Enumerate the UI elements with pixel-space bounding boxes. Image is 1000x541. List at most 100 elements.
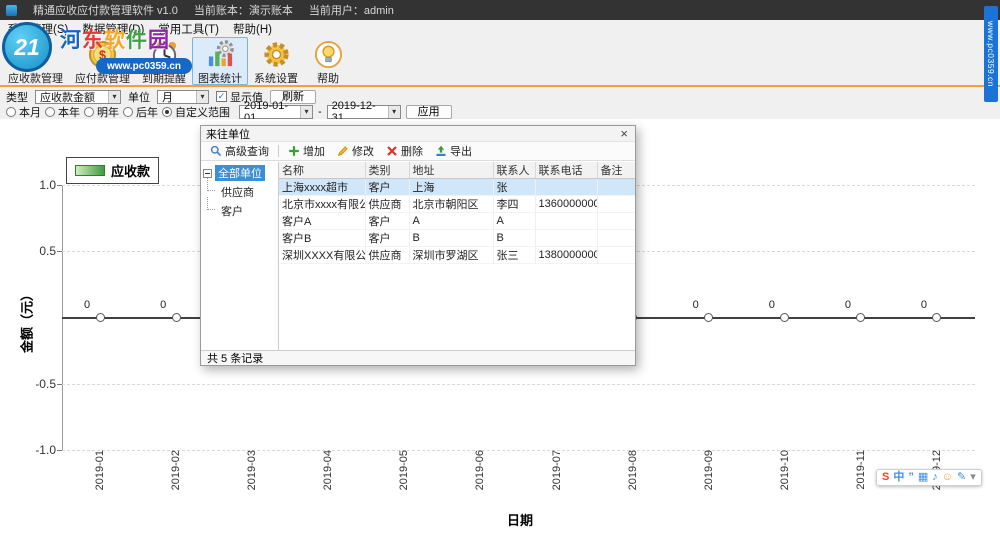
button-label: 高级查询 bbox=[225, 143, 269, 159]
date-to-select[interactable]: 2019-12-31 ▾ bbox=[327, 105, 401, 119]
gridline bbox=[62, 450, 975, 451]
alarm-clock-icon bbox=[149, 39, 180, 70]
toolbar-item-receivables[interactable]: $ 应收款管理 bbox=[2, 37, 69, 85]
unit-select[interactable]: 月 ▾ bbox=[157, 90, 209, 104]
y-tick-mark bbox=[57, 185, 62, 186]
sogou-logo-icon[interactable]: S bbox=[882, 472, 889, 483]
table-row[interactable]: 客户A客户AA bbox=[279, 213, 635, 230]
radio-icon bbox=[84, 107, 94, 117]
range-radio-1[interactable]: 本月 bbox=[6, 104, 41, 120]
toolbar-item-help[interactable]: 帮助 bbox=[304, 37, 352, 85]
toolbar-item-label: 应付款管理 bbox=[75, 70, 130, 86]
range-radio-4[interactable]: 后年 bbox=[123, 104, 158, 120]
button-label: 删除 bbox=[401, 143, 423, 159]
edit-button[interactable]: 修改 bbox=[332, 142, 379, 160]
radio-label: 后年 bbox=[136, 104, 158, 120]
table-cell: 张三 bbox=[493, 247, 535, 264]
table-row[interactable]: 深圳XXXX有限公司供应商深圳市罗湖区张三1380000000 bbox=[279, 247, 635, 264]
add-button[interactable]: 增加 bbox=[283, 142, 330, 160]
y-tick-label: -0.5 bbox=[20, 377, 56, 391]
range-radio-2[interactable]: 本年 bbox=[45, 104, 80, 120]
unit-tree: 全部单位 供应商客户 bbox=[201, 162, 279, 350]
toolbar-item-label: 到期提醒 bbox=[142, 70, 186, 86]
titlebar: 精通应收应付款管理软件 v1.0 当前账本：演示账本 当前用户：admin bbox=[0, 0, 1000, 20]
toolbar-item-due-reminder[interactable]: 到期提醒 bbox=[136, 37, 192, 85]
unit-select-value: 月 bbox=[162, 89, 193, 105]
window-title: 精通应收应付款管理软件 v1.0 bbox=[33, 2, 178, 18]
delete-button[interactable]: 删除 bbox=[381, 142, 428, 160]
keyboard-icon[interactable]: ▦ bbox=[918, 472, 928, 483]
column-header[interactable]: 地址 bbox=[409, 162, 493, 179]
tree-root-label: 全部单位 bbox=[215, 165, 265, 181]
radio-label: 本月 bbox=[19, 104, 41, 120]
close-button[interactable]: × bbox=[618, 127, 630, 140]
menu-item-1[interactable]: 系统管理(S) bbox=[0, 21, 75, 37]
chevron-down-icon: ▾ bbox=[300, 106, 312, 118]
x-tick-label: 2019-10 bbox=[779, 450, 791, 510]
svg-text:$: $ bbox=[99, 48, 106, 62]
table-cell: 客户 bbox=[365, 230, 409, 247]
gridline bbox=[62, 384, 975, 385]
table-cell: 客户A bbox=[279, 213, 365, 230]
range-radio-3[interactable]: 明年 bbox=[84, 104, 119, 120]
advanced-search-button[interactable]: 高级查询 bbox=[205, 142, 274, 160]
column-header[interactable]: 类别 bbox=[365, 162, 409, 179]
apply-button[interactable]: 应用 bbox=[406, 105, 452, 119]
range-radio-5[interactable]: 自定义范围 bbox=[162, 104, 230, 120]
export-button[interactable]: 导出 bbox=[430, 142, 477, 160]
table-cell: 深圳XXXX有限公司 bbox=[279, 247, 365, 264]
toolbar-item-label: 系统设置 bbox=[254, 70, 298, 86]
table-row[interactable]: 上海xxxx超市客户上海张 bbox=[279, 179, 635, 196]
menu-item-2[interactable]: 数据管理(D) bbox=[75, 21, 151, 37]
pencil-icon bbox=[337, 145, 349, 157]
table-cell bbox=[535, 213, 597, 230]
column-header[interactable]: 联系电话 bbox=[535, 162, 597, 179]
date-from-select[interactable]: 2019-01-01 ▾ bbox=[239, 105, 313, 119]
table-cell bbox=[597, 230, 635, 247]
table-cell: 1380000000 bbox=[535, 247, 597, 264]
x-tick-label: 2019-03 bbox=[246, 450, 258, 510]
smiley-icon[interactable]: ☺ bbox=[942, 472, 953, 483]
data-point-label: 0 bbox=[80, 299, 94, 311]
mic-icon[interactable]: ♪ bbox=[932, 472, 938, 483]
svg-text:$: $ bbox=[32, 48, 39, 62]
toolbar-item-chart-statistics[interactable]: 图表统计 bbox=[192, 37, 248, 85]
punctuation-icon[interactable]: ” bbox=[908, 472, 914, 483]
pencil-icon[interactable]: ✎ bbox=[957, 472, 966, 483]
chevron-down-icon: ▾ bbox=[388, 106, 400, 118]
table-cell bbox=[535, 230, 597, 247]
data-point-label: 0 bbox=[841, 299, 855, 311]
units-grid: 名称类别地址联系人联系电话备注上海xxxx超市客户上海张北京市xxxx有限公司供… bbox=[279, 162, 635, 350]
plus-icon bbox=[288, 145, 300, 157]
current-user: 当前用户：admin bbox=[309, 2, 394, 18]
date-range-bar: 本月本年明年后年自定义范围 2019-01-01 ▾ - 2019-12-31 … bbox=[0, 104, 1000, 119]
more-icon[interactable]: ▾ bbox=[970, 472, 976, 483]
checkbox-icon: ✓ bbox=[216, 91, 227, 102]
tree-collapse-icon[interactable] bbox=[203, 169, 212, 178]
table-cell: 上海 bbox=[409, 179, 493, 196]
chinese-mode-icon[interactable]: 中 bbox=[893, 472, 904, 483]
button-label: 导出 bbox=[450, 143, 472, 159]
gear-icon bbox=[261, 39, 292, 70]
column-header[interactable]: 联系人 bbox=[493, 162, 535, 179]
menu-item-4[interactable]: 帮助(H) bbox=[226, 21, 279, 37]
table-cell: 深圳市罗湖区 bbox=[409, 247, 493, 264]
x-tick-label: 2019-08 bbox=[627, 450, 639, 510]
ime-toolbar[interactable]: S中 ” ▦ ♪ ☺ ✎ ▾ bbox=[876, 469, 982, 486]
table-cell bbox=[597, 196, 635, 213]
table-cell: 供应商 bbox=[365, 247, 409, 264]
units-table: 名称类别地址联系人联系电话备注上海xxxx超市客户上海张北京市xxxx有限公司供… bbox=[279, 162, 635, 264]
toolbar-item-system-settings[interactable]: 系统设置 bbox=[248, 37, 304, 85]
table-row[interactable]: 客户B客户BB bbox=[279, 230, 635, 247]
column-header[interactable]: 备注 bbox=[597, 162, 635, 179]
data-point bbox=[172, 313, 181, 322]
app-icon bbox=[6, 5, 17, 16]
y-tick-label: 0.5 bbox=[20, 244, 56, 258]
table-row[interactable]: 北京市xxxx有限公司供应商北京市朝阳区李四1360000000 bbox=[279, 196, 635, 213]
menu-item-3[interactable]: 常用工具(T) bbox=[151, 21, 226, 37]
toolbar-item-payables[interactable]: $ 应付款管理 bbox=[69, 37, 136, 85]
type-select[interactable]: 应收款金额 ▾ bbox=[35, 90, 121, 104]
tree-item-2[interactable]: 客户 bbox=[201, 201, 278, 220]
column-header[interactable]: 名称 bbox=[279, 162, 365, 179]
y-tick-mark bbox=[57, 384, 62, 385]
